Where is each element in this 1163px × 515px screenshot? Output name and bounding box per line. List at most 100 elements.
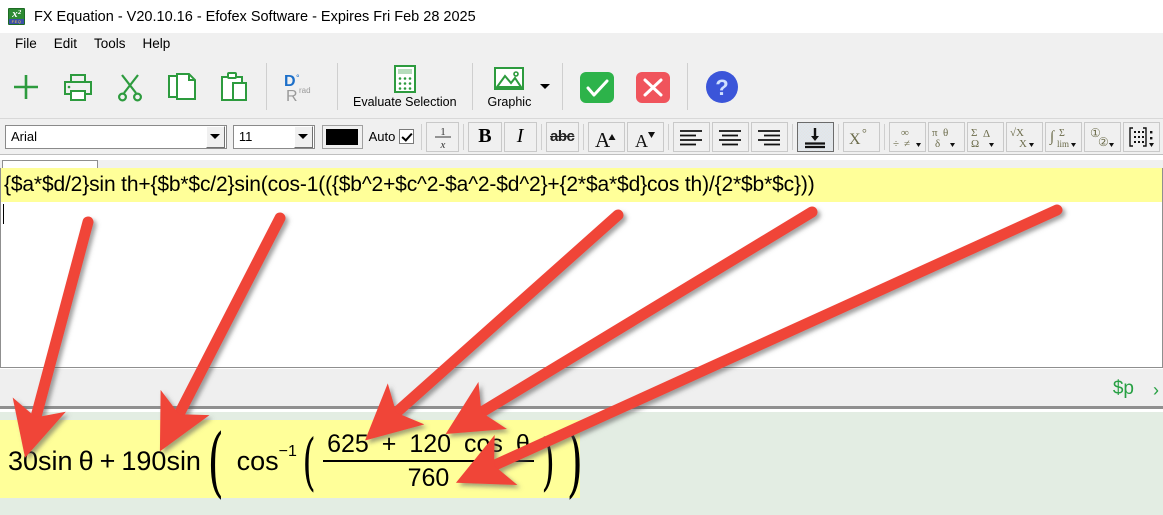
menu-item-tools[interactable]: Tools <box>86 34 135 54</box>
greek-symbols-menu-button[interactable]: π θ δ <box>927 121 965 152</box>
fraction-button[interactable]: 1 x <box>426 121 460 152</box>
font-name-dropdown-arrow[interactable] <box>205 125 225 148</box>
calculator-icon <box>393 65 416 93</box>
svg-text:lim: lim <box>1057 139 1069 149</box>
font-size-combo[interactable]: 11 <box>232 124 315 149</box>
numbered-circles-menu-button[interactable]: ① ② <box>1084 121 1122 152</box>
auto-label: Auto <box>368 129 396 144</box>
svg-text:A: A <box>595 128 611 150</box>
align-left-button[interactable] <box>672 121 710 152</box>
strikethrough-button[interactable]: abc <box>545 121 579 152</box>
decrease-font-size-button[interactable]: A <box>626 121 664 152</box>
numerator-theta: θ <box>515 430 530 458</box>
sum-symbols-menu-button[interactable]: Σ Δ Ω <box>966 121 1004 152</box>
superscript-button[interactable]: X ° <box>842 121 880 152</box>
menu-item-edit[interactable]: Edit <box>46 34 86 54</box>
matrix-menu-button[interactable] <box>1123 121 1161 152</box>
text-color-button[interactable] <box>321 124 363 149</box>
cut-button[interactable] <box>104 55 156 118</box>
auto-checkbox[interactable] <box>399 129 415 144</box>
menu-item-help[interactable]: Help <box>135 34 180 54</box>
font-decrease-icon: A <box>635 131 656 150</box>
equation-editor[interactable]: {$a*$d/2}sin th+{$b*$c/2}sin(cos-1(({$b^… <box>0 168 1163 368</box>
equation-preview-box[interactable]: 30 sin θ + 190 sin ( cos −1 ( 625 + 120 … <box>0 420 583 499</box>
align-left-icon <box>680 129 703 145</box>
evaluate-selection-label: Evaluate Selection <box>353 95 457 109</box>
color-swatch <box>326 128 359 145</box>
plus-operator: + <box>99 446 116 476</box>
numerator-plus: + <box>381 430 397 458</box>
chevron-down-icon <box>210 134 221 139</box>
new-button[interactable] <box>0 55 52 118</box>
align-center-button[interactable] <box>711 121 749 152</box>
angle-mode-button[interactable]: D ° R rad <box>273 55 331 118</box>
copy-button[interactable] <box>156 55 208 118</box>
format-separator-5 <box>667 123 669 150</box>
italic-label: I <box>516 125 524 147</box>
theta-1: θ <box>78 446 94 476</box>
increase-font-size-button[interactable]: A <box>587 121 625 152</box>
bold-button[interactable]: B <box>468 121 502 152</box>
title-bar: x² FEQ FX Equation - V20.10.16 - Efofex … <box>0 0 1163 33</box>
svg-text:X: X <box>1019 138 1027 149</box>
font-name-value: Arial <box>11 129 38 144</box>
format-separator-2 <box>463 123 465 150</box>
auto-size-control[interactable]: Auto <box>369 129 415 144</box>
copy-pages-icon <box>168 72 196 100</box>
font-size-value: 11 <box>238 129 253 144</box>
format-bar: Arial 11 Auto 1 x B I abc A A X ° ∞ ÷ ≠ … <box>0 119 1163 155</box>
strikethrough-label: abc <box>550 128 575 145</box>
sum-symbols-icon: Σ Δ Ω <box>971 127 995 149</box>
svg-text:Δ: Δ <box>983 128 990 140</box>
align-right-icon <box>758 129 781 145</box>
main-toolbar: D ° R rad Evaluate Selection Graphic ? <box>0 55 1163 119</box>
help-button[interactable]: ? <box>694 55 750 118</box>
clipboard-icon <box>221 71 247 101</box>
term-30: 30 <box>8 446 39 476</box>
svg-text:Ω: Ω <box>971 138 979 149</box>
italic-button[interactable]: I <box>503 121 537 152</box>
p-variable-tag[interactable]: $p <box>1113 378 1134 400</box>
roots-icon: √X X <box>1010 127 1035 149</box>
operators-menu-button[interactable]: ∞ ÷ ≠ <box>888 121 926 152</box>
accept-button[interactable] <box>569 55 625 118</box>
fraction-icon: 1 x <box>434 126 451 150</box>
numerator-120: 120 <box>409 430 452 458</box>
align-right-button[interactable] <box>750 121 788 152</box>
green-check-icon <box>580 71 615 103</box>
fraction-numerator: 625 + 120 cos θ <box>323 430 534 460</box>
menu-item-file[interactable]: File <box>7 34 46 54</box>
align-baseline-button[interactable] <box>796 121 834 152</box>
blue-question-icon: ? <box>706 70 739 103</box>
fx-equation-app-icon: x² FEQ <box>8 8 25 25</box>
numbered-circles-icon: ① ② <box>1090 126 1114 149</box>
print-button[interactable] <box>52 55 104 118</box>
font-name-combo[interactable]: Arial <box>5 124 227 149</box>
graphic-button[interactable]: Graphic <box>479 55 541 118</box>
svg-text:rad: rad <box>299 86 311 95</box>
format-separator-4 <box>582 123 584 150</box>
svg-text:∫: ∫ <box>1049 129 1056 145</box>
font-size-dropdown-arrow[interactable] <box>293 125 313 148</box>
paste-button[interactable] <box>208 55 260 118</box>
chevron-right-icon[interactable]: › <box>1153 380 1159 401</box>
svg-text:θ: θ <box>943 127 948 139</box>
fraction: 625 + 120 cos θ 760 <box>323 430 534 493</box>
operators-icon: ∞ ÷ ≠ <box>893 127 922 149</box>
scissors-icon <box>117 73 143 102</box>
term-190: 190 <box>121 446 167 476</box>
format-separator-7 <box>837 123 839 150</box>
chevron-down-icon <box>540 84 551 89</box>
svg-text:②: ② <box>1098 135 1109 149</box>
sin-1: sin <box>38 446 73 476</box>
evaluate-selection-button[interactable]: Evaluate Selection <box>344 55 466 118</box>
calculus-menu-button[interactable]: ∫ Σ lim <box>1044 121 1083 152</box>
equation-source-line[interactable]: {$a*$d/2}sin th+{$b*$c/2}sin(cos-1(({$b^… <box>1 168 1162 202</box>
fraction-denominator: 760 <box>407 464 450 492</box>
format-separator-1 <box>421 123 423 150</box>
cos-label: cos <box>236 446 279 476</box>
cos-exponent: −1 <box>278 442 297 460</box>
roots-menu-button[interactable]: √X X <box>1005 121 1043 152</box>
toolbar-separator-5 <box>687 63 689 110</box>
cancel-button[interactable] <box>625 55 681 118</box>
